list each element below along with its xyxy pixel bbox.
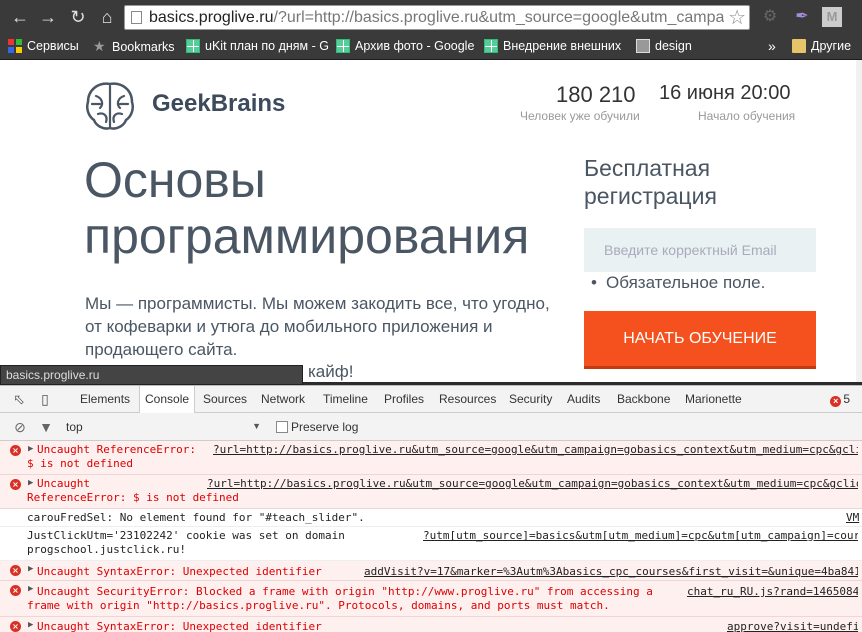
page-icon [131, 11, 142, 24]
bookmark-design[interactable]: design [636, 37, 692, 55]
hero-tail-text: кайф! [308, 362, 354, 381]
inspect-element-icon[interactable]: ⬁ [11, 391, 27, 407]
browser-toolbar: ← → ↻ ⌂ basics.proglive.ru/?url=http://b… [0, 0, 862, 34]
folder-icon [792, 39, 806, 53]
web-page: GeekBrains 180 210 Человек уже обучили 1… [0, 60, 856, 382]
error-icon: × [10, 621, 21, 632]
source-link[interactable]: VM [846, 511, 860, 524]
source-link[interactable]: addVisit?v=17&marker=%3Autm%3Abasics_cpc… [364, 565, 858, 578]
logo-text[interactable]: GeekBrains [152, 90, 285, 118]
extension-gear-icon[interactable]: ⚙ [760, 7, 780, 27]
tab-network[interactable]: Network [261, 386, 305, 413]
apps-icon [8, 39, 22, 53]
preserve-log-checkbox[interactable] [276, 421, 288, 433]
bookmark-external[interactable]: Внедрение внешних [484, 37, 624, 55]
console-message[interactable]: × ▶ Uncaught SecurityError: Blocked a fr… [0, 581, 862, 617]
console-message[interactable]: × ▶ Uncaught ReferenceError: $ is not de… [0, 475, 862, 509]
email-field[interactable] [584, 228, 816, 272]
extension-m-icon[interactable]: M [822, 7, 842, 27]
expand-triangle-icon[interactable]: ▶ [28, 620, 33, 630]
console-message[interactable]: carouFredSel: No element found for "#tea… [0, 509, 862, 527]
source-link[interactable]: ?utm[utm_source]=basics&utm[utm_medium]=… [423, 529, 858, 542]
expand-triangle-icon[interactable]: ▶ [28, 584, 33, 594]
start-caption: Начало обучения [698, 109, 796, 123]
tab-marionette[interactable]: Marionette [685, 386, 742, 413]
status-bar-url: basics.proglive.ru [0, 365, 303, 385]
tab-elements[interactable]: Elements [80, 386, 130, 413]
sheet-icon [484, 39, 498, 53]
tab-resources[interactable]: Resources [439, 386, 496, 413]
preserve-log-label: Preserve log [291, 420, 359, 434]
source-link[interactable]: ?url=http://basics.proglive.ru&utm_sourc… [213, 443, 858, 456]
hero-description: Мы — программисты. Мы можем закодить все… [85, 294, 550, 359]
bookmark-photo-archive[interactable]: Архив фото - Google [336, 37, 476, 55]
device-mode-icon[interactable]: ▯ [37, 391, 53, 407]
bookmark-services[interactable]: Сервисы [8, 37, 79, 55]
error-icon: × [10, 585, 21, 596]
filter-icon[interactable]: ▼ [38, 419, 54, 435]
devtools-tabbar: ⬁ ▯ Elements Console Sources Network Tim… [0, 385, 862, 415]
console-message[interactable]: × ▶ Uncaught ReferenceError: $ is not de… [0, 441, 862, 475]
console-output: × ▶ Uncaught ReferenceError: $ is not de… [0, 441, 862, 632]
tab-profiles[interactable]: Profiles [384, 386, 424, 413]
students-count: 180 210 [556, 82, 636, 107]
bookmarks-overflow-button[interactable]: » [768, 37, 776, 55]
url-text[interactable]: basics.proglive.ru/?url=http://basics.pr… [149, 9, 724, 27]
source-link[interactable]: approve?visit=undefi [727, 620, 858, 632]
bookmark-star-icon[interactable]: ☆ [728, 6, 746, 30]
console-message[interactable]: × ▶ Uncaught SyntaxError: Unexpected ide… [0, 561, 862, 581]
start-date: 16 июня 20:00 [659, 82, 791, 104]
error-icon: × [10, 445, 21, 456]
source-link[interactable]: chat_ru_RU.js?rand=1465084 [687, 585, 858, 598]
bookmarks-bar: Сервисы ★ Bookmarks uKit план по дням - G… [0, 34, 862, 60]
sheet-icon [336, 39, 350, 53]
bookmark-ukit-plan[interactable]: uKit план по дням - G [186, 37, 331, 55]
start-learning-button[interactable]: НАЧАТЬ ОБУЧЕНИЕ [584, 311, 816, 369]
tab-backbone[interactable]: Backbone [617, 386, 670, 413]
error-counter[interactable]: × 5 [830, 386, 850, 413]
home-icon[interactable]: ⌂ [95, 5, 119, 29]
extension-feather-icon[interactable]: ✒ [792, 7, 812, 27]
tab-console[interactable]: Console [139, 386, 196, 415]
page-title: Основы программирования [84, 152, 530, 264]
brain-logo-icon [86, 82, 134, 130]
console-message[interactable]: × ▶ Uncaught SyntaxError: Unexpected ide… [0, 617, 862, 632]
page-scrollbar[interactable] [856, 60, 862, 382]
sheet-icon [186, 39, 200, 53]
expand-triangle-icon[interactable]: ▶ [28, 564, 33, 574]
tab-sources[interactable]: Sources [203, 386, 247, 413]
required-field-note: Обязательное поле. [591, 273, 765, 293]
bookmarks-icon: ★ [93, 38, 106, 54]
address-bar[interactable]: basics.proglive.ru/?url=http://basics.pr… [124, 5, 750, 30]
registration-title: Бесплатная регистрация [584, 155, 717, 209]
expand-triangle-icon[interactable]: ▶ [28, 478, 33, 488]
console-filter-bar: ⊘ ▼ top ▼ Preserve log [0, 413, 862, 441]
error-icon: × [10, 565, 21, 576]
forward-icon[interactable]: → [36, 5, 60, 29]
chevron-down-icon: ▼ [252, 421, 261, 431]
reload-icon[interactable]: ↻ [66, 5, 90, 29]
folder-icon [636, 39, 650, 53]
back-icon[interactable]: ← [8, 5, 32, 29]
bookmark-bookmarks[interactable]: ★ Bookmarks [93, 37, 175, 55]
tab-timeline[interactable]: Timeline [323, 386, 368, 413]
other-bookmarks[interactable]: Другие [792, 37, 851, 55]
students-caption: Человек уже обучили [520, 109, 640, 123]
context-select[interactable]: top ▼ [66, 420, 261, 434]
tab-security[interactable]: Security [509, 386, 552, 413]
tab-audits[interactable]: Audits [567, 386, 600, 413]
error-icon: × [10, 479, 21, 490]
console-message[interactable]: JustClickUtm='23102242' cookie was set o… [0, 527, 862, 561]
expand-triangle-icon[interactable]: ▶ [28, 444, 33, 454]
source-link[interactable]: ?url=http://basics.proglive.ru&utm_sourc… [207, 477, 858, 490]
clear-console-icon[interactable]: ⊘ [12, 419, 28, 435]
error-icon: × [830, 396, 842, 407]
